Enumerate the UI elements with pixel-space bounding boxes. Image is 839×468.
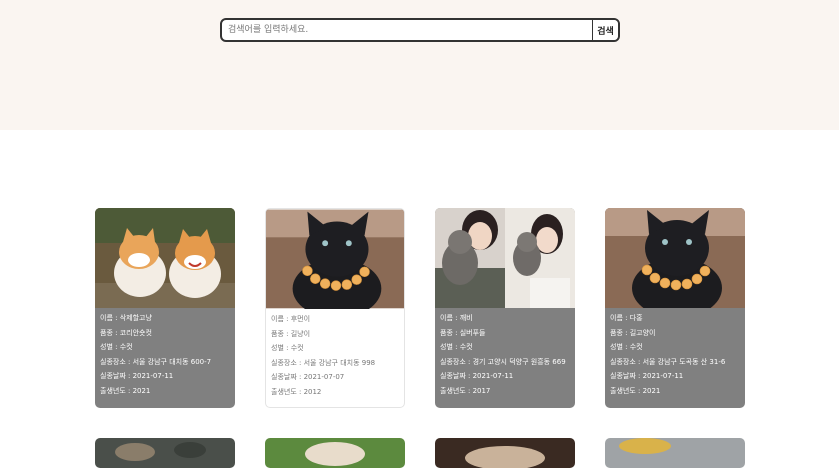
woman-with-poodles-photo <box>435 208 575 308</box>
pet-card[interactable] <box>95 438 235 468</box>
pet-lost-date: 실종날짜 : 2021-07-07 <box>271 373 345 382</box>
pet-breed: 품종 : 길고양이 <box>610 328 656 337</box>
black-cat-collar-photo <box>266 209 404 309</box>
search-input[interactable] <box>222 20 592 40</box>
black-cat-collar-photo <box>605 208 745 308</box>
pet-card[interactable]: 이름 : 깨비 품종 : 실버푸들 성별 : 수컷 실종장소 : 경기 고양시 … <box>435 208 575 408</box>
pet-lost-place: 실종장소 : 서울 강남구 대치동 998 <box>271 358 376 367</box>
pet-name: 이름 : 삭제할고냥 <box>100 314 152 322</box>
pet-birth-year: 출생년도 : 2012 <box>271 387 322 396</box>
pet-sex: 성별 : 수컷 <box>100 343 133 352</box>
two-orange-cats-photo <box>95 208 235 308</box>
search-bar: 검색 <box>220 18 620 42</box>
pet-breed: 품종 : 코리안숏컷 <box>100 328 152 337</box>
pet-lost-date: 실종날짜 : 2021-07-11 <box>100 372 174 381</box>
pet-birth-year: 출생년도 : 2021 <box>610 386 661 395</box>
pet-card[interactable] <box>265 438 405 468</box>
pet-photo <box>265 438 405 468</box>
pet-photo <box>605 438 745 468</box>
pet-card[interactable]: 이름 : 다홍 품종 : 길고양이 성별 : 수컷 실종장소 : 서울 강남구 … <box>605 208 745 408</box>
pet-photo <box>95 438 235 468</box>
pet-name: 이름 : 깨비 <box>440 314 473 322</box>
pet-birth-year: 출생년도 : 2017 <box>440 386 491 395</box>
pet-card[interactable]: 이름 : 후먼이 품종 : 길냥이 성별 : 수컷 실종장소 : 서울 강남구 … <box>265 208 405 408</box>
pet-lost-place: 실종장소 : 서울 강남구 대치동 600-7 <box>100 357 212 366</box>
pet-name: 이름 : 다홍 <box>610 314 643 322</box>
pet-sex: 성별 : 수컷 <box>610 343 643 352</box>
pet-breed: 품종 : 길냥이 <box>271 329 311 338</box>
pet-breed: 품종 : 실버푸들 <box>440 328 486 337</box>
pet-sex: 성별 : 수컷 <box>271 344 304 353</box>
pet-card[interactable]: 이름 : 삭제할고냥 품종 : 코리안숏컷 성별 : 수컷 실종장소 : 서울 … <box>95 208 235 408</box>
pet-lost-place: 실종장소 : 서울 강남구 도곡동 산 31-6 <box>610 357 726 366</box>
pet-photo <box>435 438 575 468</box>
pet-birth-year: 출생년도 : 2021 <box>100 386 151 395</box>
pet-lost-place: 실종장소 : 경기 고양시 덕양구 원흥동 669 <box>440 357 566 366</box>
pet-name: 이름 : 후먼이 <box>271 315 311 323</box>
pet-sex: 성별 : 수컷 <box>440 343 473 352</box>
pet-lost-date: 실종날짜 : 2021-07-11 <box>440 372 514 381</box>
search-button[interactable]: 검색 <box>592 20 618 40</box>
search-header: 검색 <box>0 0 839 130</box>
pet-lost-date: 실종날짜 : 2021-07-11 <box>610 372 684 381</box>
pet-card[interactable] <box>435 438 575 468</box>
pet-card[interactable] <box>605 438 745 468</box>
pet-card-grid: 이름 : 삭제할고냥 품종 : 코리안숏컷 성별 : 수컷 실종장소 : 서울 … <box>95 208 746 468</box>
